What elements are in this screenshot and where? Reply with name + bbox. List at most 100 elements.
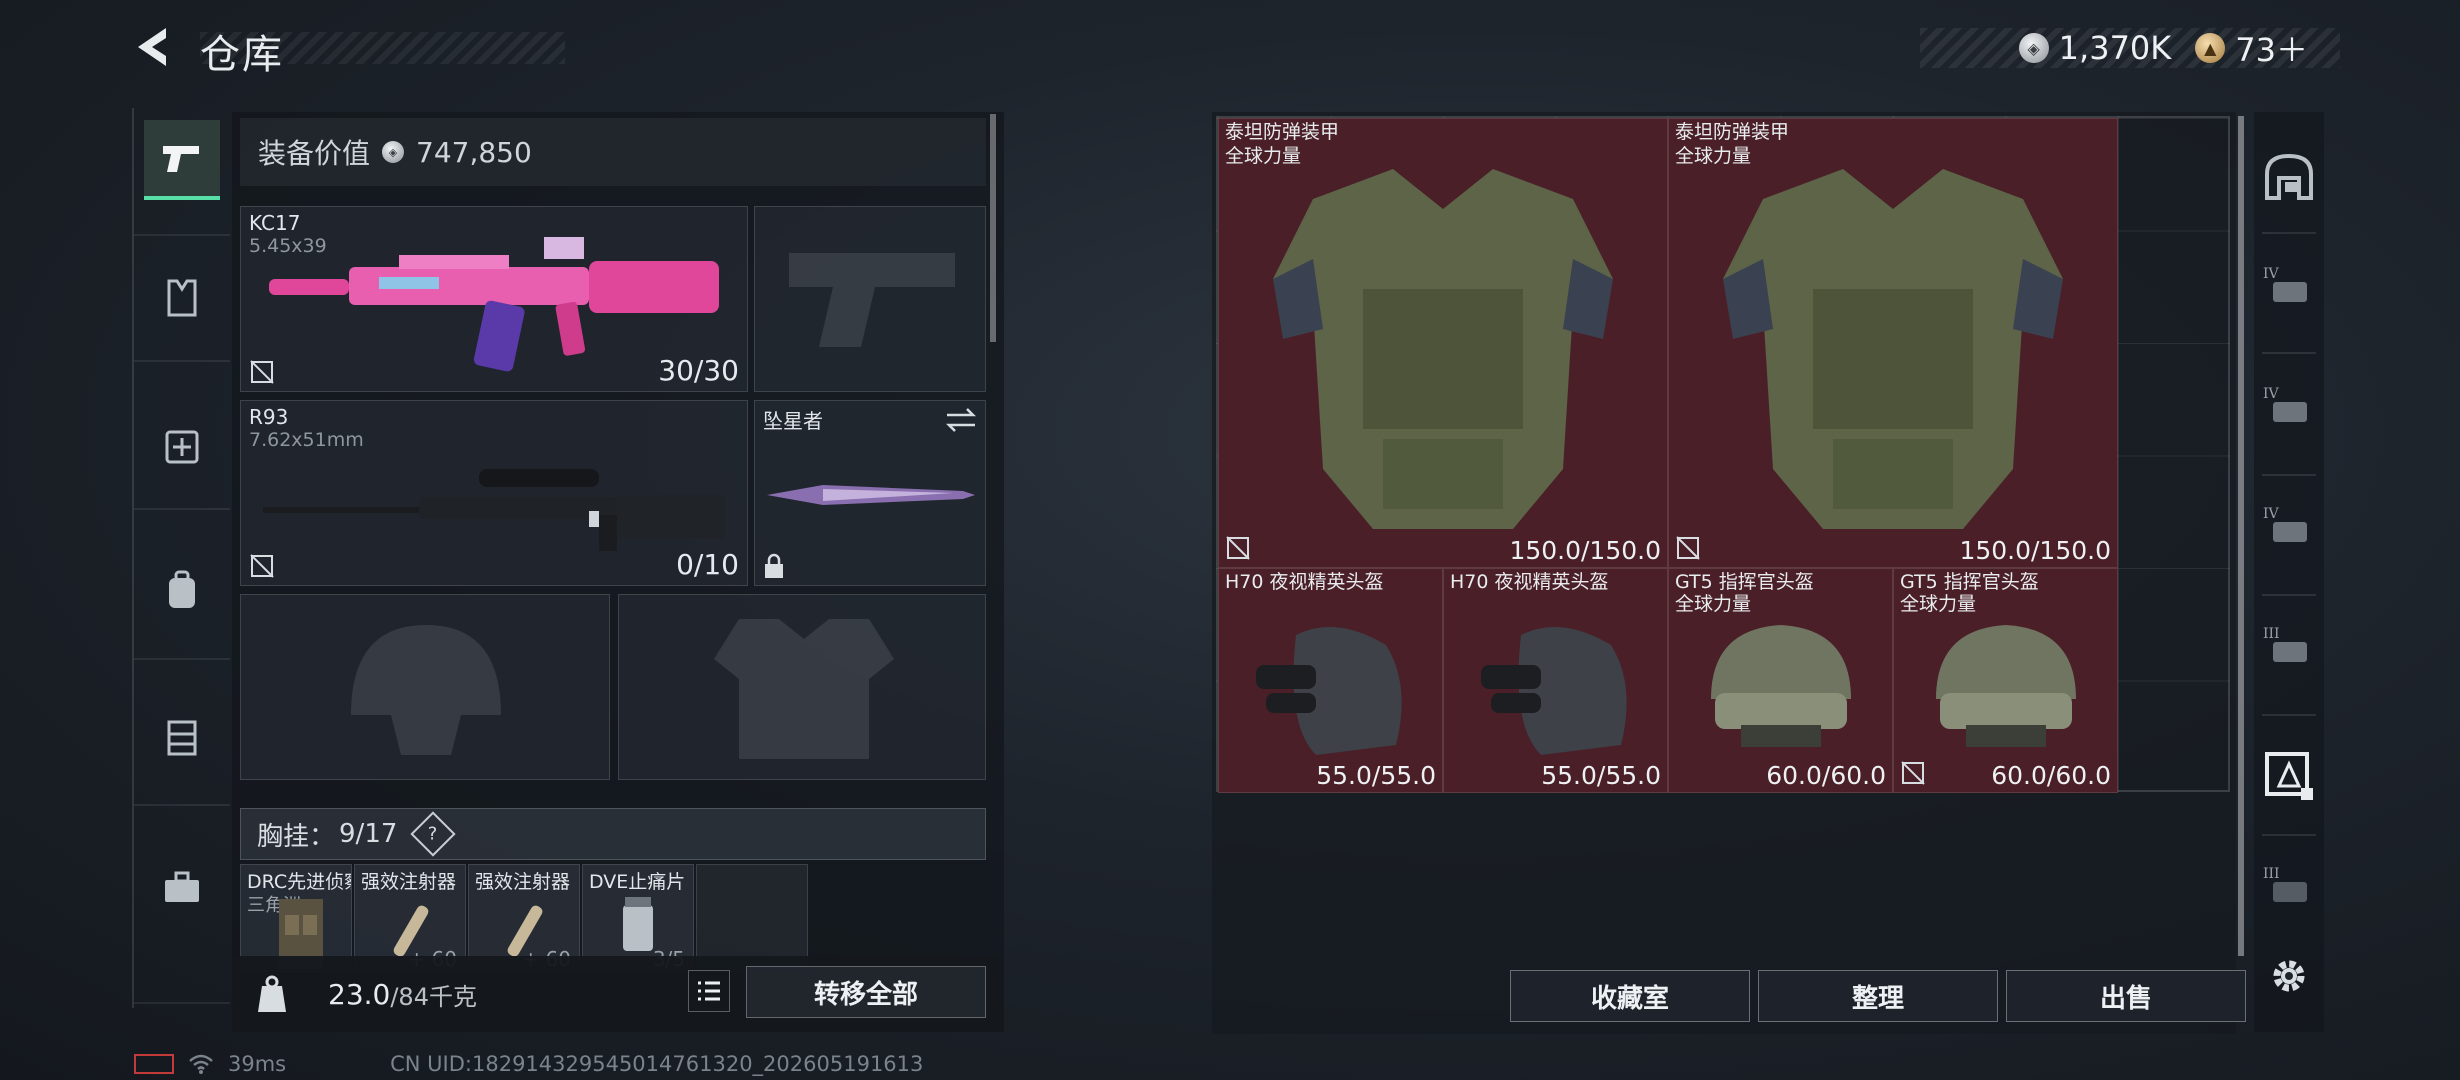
swap-arrows-icon[interactable] (945, 407, 977, 433)
filter-tier-iii-b[interactable]: III (2261, 862, 2317, 918)
item-name: GT5 指挥官头盔 (1675, 571, 1814, 593)
armor-placeholder-icon (714, 619, 894, 759)
list-view-button[interactable] (688, 970, 730, 1012)
weight-icon (258, 975, 286, 1012)
vest-icon (167, 279, 197, 317)
item-durability: 55.0/55.0 (1541, 761, 1661, 790)
vest-item-name: DVE止痛片 (589, 871, 686, 893)
chest-rig-capacity: 9/17 (339, 819, 398, 849)
filter-tier-iv-c[interactable]: IV (2261, 502, 2317, 558)
storage-grid: 泰坦防弹装甲 全球力量 150.0/150.0 泰坦防弹装甲 全球力量 150.… (1216, 116, 2230, 793)
back-arrow-icon (138, 28, 166, 66)
item-durability: 150.0/150.0 (1509, 536, 1661, 565)
storage-filter-rail: IV IV IV III III (2254, 112, 2324, 1032)
filter-tier-iv-a[interactable]: IV (2261, 262, 2317, 318)
secondary-weapon-ammo: 0/10 (676, 548, 739, 581)
sniper-rifle-icon (263, 469, 725, 551)
equipment-value-label: 装备价值 (258, 137, 371, 170)
item-durability: 60.0/60.0 (1991, 761, 2111, 790)
item-name: H70 夜视精英头盔 (1450, 571, 1609, 593)
storage-item-h70-helmet[interactable]: H70 夜视精英头盔 55.0/55.0 (1218, 568, 1443, 793)
vest-item-name: 强效注射器 (475, 871, 571, 893)
rail-item-backpacks[interactable] (144, 550, 220, 630)
collection-room-button[interactable]: 收藏室 (1510, 970, 1750, 1022)
status-bar: 39ms CN UID:182914329545014761320_202605… (134, 1052, 923, 1076)
chest-rig-bar: 胸挂： 9/17 ? (240, 808, 986, 860)
currency-bar: ◈ 1,370K ▲ 73＋ (1920, 25, 2340, 71)
storage-item-gt5-helmet[interactable]: GT5 指挥官头盔 全球力量 60.0/60.0 (1893, 568, 2118, 793)
storage-panel: 泰坦防弹装甲 全球力量 150.0/150.0 泰坦防弹装甲 全球力量 150.… (1212, 112, 2246, 1034)
equipment-panel: 装备价值 ◈ 747,850 KC17 5.45x39 30/30 R93 7.… (232, 112, 1004, 1032)
knife-icon (767, 485, 975, 505)
storage-item-h70-helmet[interactable]: H70 夜视精英头盔 55.0/55.0 (1443, 568, 1668, 793)
rail-item-weapons[interactable] (144, 120, 220, 200)
item-durability: 60.0/60.0 (1766, 761, 1886, 790)
storage-item-titan-armor[interactable]: 泰坦防弹装甲 全球力量 150.0/150.0 (1668, 118, 2118, 568)
storage-item-gt5-helmet[interactable]: GT5 指挥官头盔 全球力量 60.0/60.0 (1668, 568, 1893, 793)
item-name: GT5 指挥官头盔 (1900, 571, 2039, 593)
gear-icon (2273, 960, 2305, 992)
rail-item-containers[interactable] (144, 698, 220, 778)
no-insurance-icon (1676, 536, 1700, 560)
item-durability: 150.0/150.0 (1959, 536, 2111, 565)
helmet-slot-empty[interactable] (240, 594, 610, 780)
organize-button[interactable]: 整理 (1758, 970, 1998, 1022)
toolbox-icon (165, 871, 199, 902)
armor-filter-icon (2265, 752, 2313, 800)
settings-button[interactable] (2261, 948, 2317, 1004)
rail-item-medical[interactable] (144, 404, 220, 484)
gold-coin-icon: ▲ (2195, 33, 2226, 63)
rail-item-toolbox[interactable] (144, 848, 220, 928)
filter-tier-iv-b[interactable]: IV (2261, 382, 2317, 438)
transfer-all-button[interactable]: 转移全部 (746, 966, 986, 1018)
ping-value: 39ms (228, 1052, 287, 1076)
night-vision-helmet-icon (1255, 627, 1402, 755)
weight-bar: 23.0 /84千克 转移全部 (232, 956, 1004, 1032)
medkit-icon (165, 430, 199, 464)
helmet-placeholder-icon (351, 625, 501, 755)
item-name: H70 夜视精英头盔 (1225, 571, 1384, 593)
container-icon (167, 720, 197, 756)
lock-icon (765, 553, 783, 578)
current-weight: 23.0 (328, 977, 391, 1011)
list-icon (698, 981, 720, 1001)
no-insurance-icon (250, 360, 274, 384)
filter-all-storage[interactable] (2261, 148, 2317, 204)
filter-helmet-armor[interactable] (2261, 748, 2317, 804)
filter-tier-iii-a[interactable]: III (2261, 622, 2317, 678)
primary-weapon-slot[interactable]: KC17 5.45x39 30/30 (240, 206, 748, 392)
pill-bottle-icon (623, 897, 653, 951)
vest-item-name: 强效注射器 (361, 871, 457, 893)
back-button[interactable] (130, 22, 180, 72)
commander-helmet-icon (1710, 625, 1851, 747)
primary-weapon-ammo: 30/30 (658, 354, 739, 387)
page-title: 仓库 (200, 32, 284, 78)
wifi-icon (189, 1054, 213, 1074)
storage-scrollbar[interactable] (2238, 116, 2244, 956)
secondary-weapon-slot[interactable]: R93 7.62x51mm 0/10 (240, 400, 748, 586)
category-rail (132, 108, 230, 1008)
equipment-value: 747,850 (416, 135, 532, 169)
body-armor-icon (1273, 169, 1613, 529)
gold-currency-value[interactable]: 73＋ (2235, 25, 2308, 71)
sell-button[interactable]: 出售 (2006, 970, 2246, 1022)
commander-helmet-icon (1935, 625, 2076, 747)
backpack-icon (169, 570, 195, 608)
body-armor-icon (1723, 169, 2063, 529)
pistol-placeholder-icon (789, 253, 955, 347)
silver-coin-icon: ◈ (382, 141, 405, 163)
equipment-value-bar: 装备价值 ◈ 747,850 (240, 118, 986, 186)
melee-weapon-name: 坠星者 (763, 409, 823, 433)
storage-item-titan-armor[interactable]: 泰坦防弹装甲 全球力量 150.0/150.0 (1218, 118, 1668, 568)
armor-slot-empty[interactable] (618, 594, 986, 780)
silver-coin-icon: ◈ (2018, 33, 2049, 63)
battery-low-icon (134, 1054, 174, 1074)
equipment-scrollbar[interactable] (990, 114, 996, 342)
melee-slot[interactable]: 坠星者 (754, 400, 986, 586)
no-insurance-icon (1901, 761, 1925, 785)
secondary-weapon-name: R93 (249, 405, 289, 429)
rail-item-vests[interactable] (144, 258, 220, 338)
help-icon[interactable]: ? (410, 811, 457, 857)
pistol-slot-empty[interactable] (754, 206, 986, 392)
max-weight: /84千克 (390, 982, 477, 1011)
